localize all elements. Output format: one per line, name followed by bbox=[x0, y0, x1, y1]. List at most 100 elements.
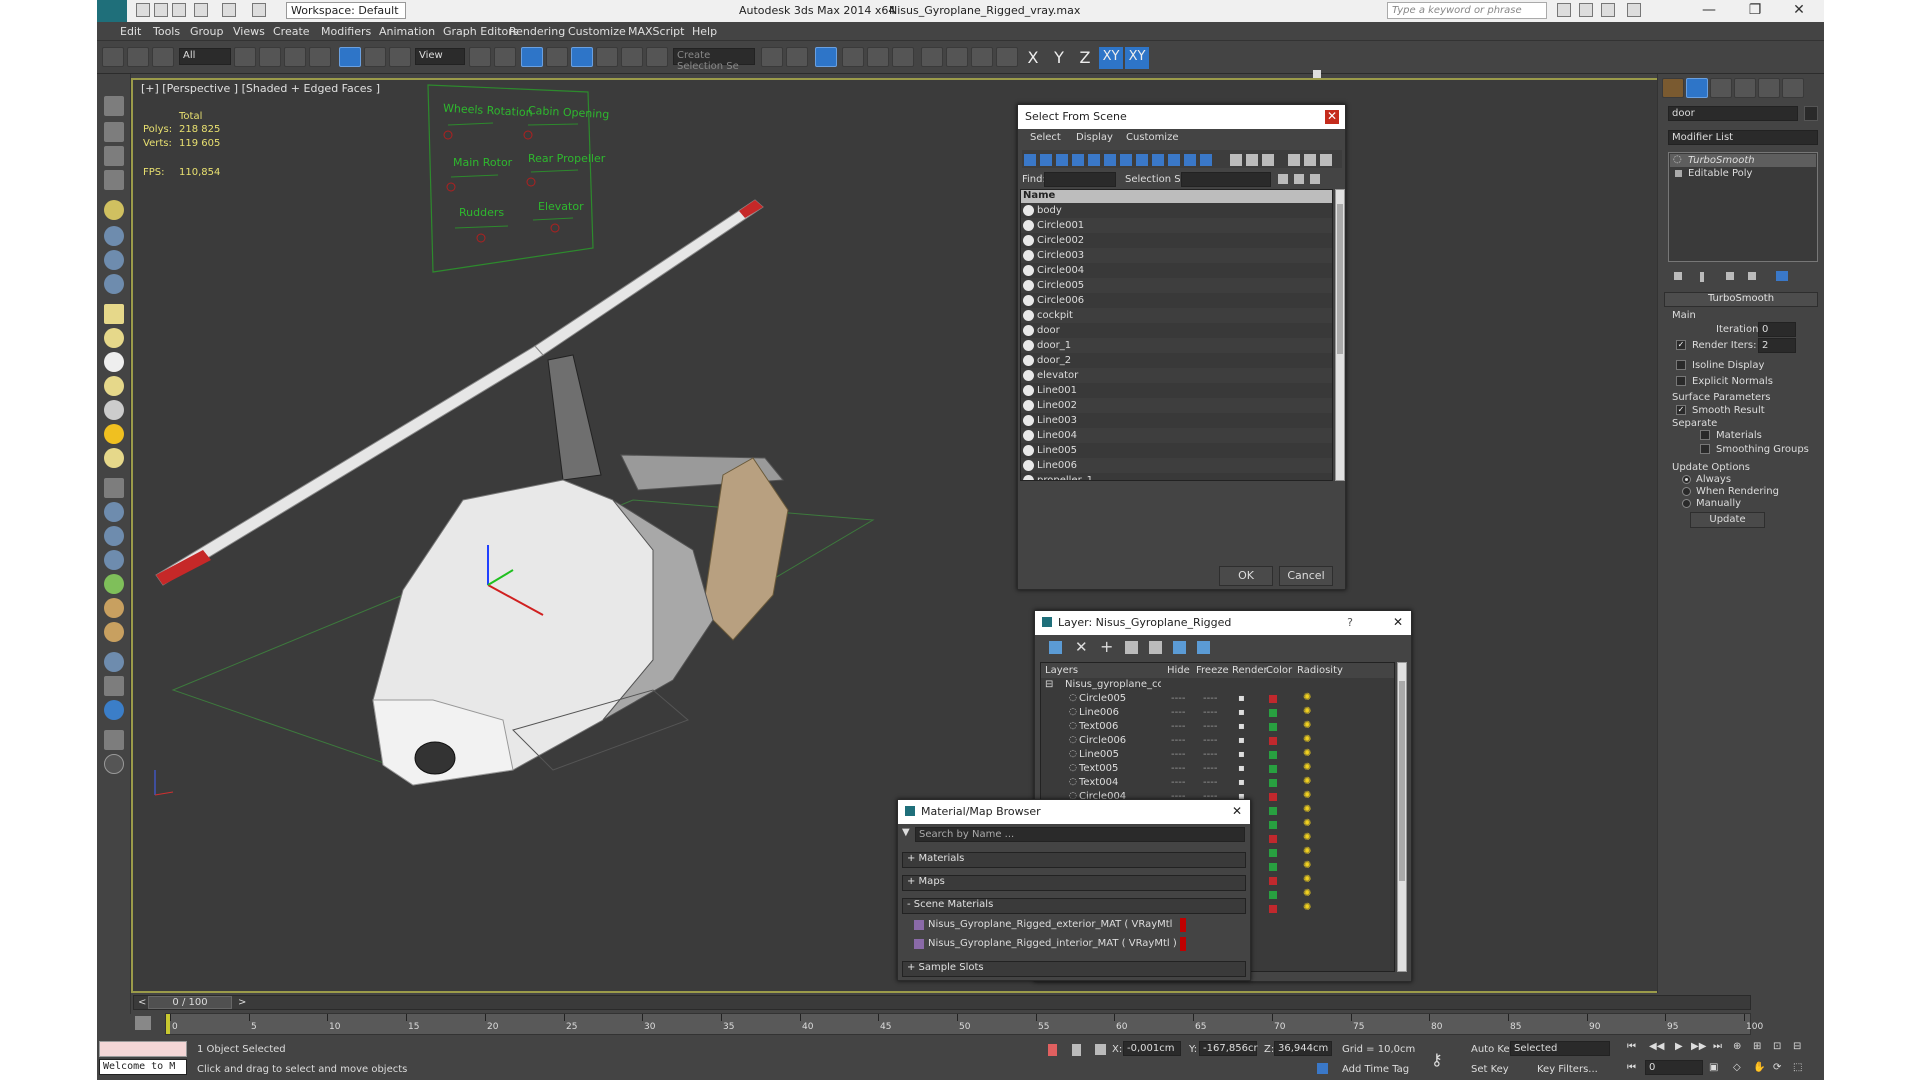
hair-fur-icon[interactable] bbox=[104, 598, 124, 618]
menu-customize[interactable]: Customize bbox=[568, 25, 626, 38]
display-tab-icon[interactable] bbox=[1758, 78, 1780, 98]
object-list-item[interactable]: Line004 bbox=[1021, 428, 1332, 443]
torus-icon[interactable] bbox=[104, 376, 124, 396]
layer-color-swatch[interactable] bbox=[1269, 877, 1277, 885]
layer-manager-icon[interactable] bbox=[815, 47, 837, 67]
column-color[interactable]: Color bbox=[1266, 665, 1292, 676]
delete-layer-icon[interactable]: ✕ bbox=[1075, 638, 1088, 656]
group-scene-materials[interactable]: - Scene Materials bbox=[902, 898, 1246, 914]
object-list-item[interactable]: Line001 bbox=[1021, 383, 1332, 398]
sun-icon[interactable] bbox=[104, 424, 124, 444]
hide-toggle[interactable]: ---- bbox=[1171, 749, 1185, 760]
smooth-result-checkbox[interactable]: ✓ bbox=[1676, 405, 1686, 415]
add-time-tag[interactable]: Add Time Tag bbox=[1342, 1064, 1409, 1075]
freeze-toggle[interactable]: ---- bbox=[1203, 735, 1217, 746]
particle-icon[interactable] bbox=[104, 478, 124, 498]
menu-views[interactable]: Views bbox=[233, 25, 265, 38]
layer-help-icon[interactable]: ? bbox=[1347, 616, 1353, 629]
orbit-icon[interactable]: ⟳ bbox=[1773, 1062, 1781, 1073]
helper-icon[interactable] bbox=[104, 250, 124, 270]
object-list-item[interactable]: door bbox=[1021, 323, 1332, 338]
layer-color-swatch[interactable] bbox=[1269, 765, 1277, 773]
sfs-select-invert-icon[interactable] bbox=[1310, 174, 1320, 184]
freeze-toggle[interactable]: ---- bbox=[1203, 763, 1217, 774]
radiosity-icon[interactable]: ✺ bbox=[1303, 706, 1311, 717]
modify-tab-icon[interactable] bbox=[1686, 78, 1708, 98]
layer-color-swatch[interactable] bbox=[1269, 905, 1277, 913]
zoom-extents-all-icon[interactable]: ⊟ bbox=[1793, 1041, 1801, 1052]
browser-options-icon[interactable]: ▼ bbox=[902, 827, 910, 838]
axis-constraint-xy-cycle[interactable]: XY bbox=[1125, 47, 1149, 69]
menu-edit[interactable]: Edit bbox=[120, 25, 141, 38]
mini-curve-editor-icon[interactable] bbox=[135, 1016, 151, 1030]
menu-help[interactable]: Help bbox=[692, 25, 717, 38]
hide-toggle[interactable]: ---- bbox=[1171, 721, 1185, 732]
infocenter-icon[interactable] bbox=[1557, 3, 1571, 17]
maxscript-listener-input[interactable]: Welcome to M bbox=[99, 1059, 187, 1075]
favorites-star-icon[interactable] bbox=[1601, 3, 1615, 17]
plant-icon[interactable] bbox=[104, 574, 124, 594]
object-list-item[interactable]: door_2 bbox=[1021, 353, 1332, 368]
columns-icon[interactable] bbox=[1304, 154, 1316, 166]
radiosity-icon[interactable]: ✺ bbox=[1303, 888, 1311, 899]
select-in-layer-icon[interactable] bbox=[1125, 641, 1138, 654]
set-key-button[interactable]: Set Key bbox=[1471, 1064, 1509, 1075]
freeze-toggle[interactable]: ---- bbox=[1203, 707, 1217, 718]
layer-color-swatch[interactable] bbox=[1269, 835, 1277, 843]
menu-animation[interactable]: Animation bbox=[379, 25, 435, 38]
zoom-extents-icon[interactable]: ⊡ bbox=[1773, 1041, 1781, 1052]
column-header-name[interactable]: Name bbox=[1021, 190, 1332, 203]
explicit-normals-checkbox[interactable] bbox=[1676, 376, 1686, 386]
object-list-scrollbar[interactable] bbox=[1335, 189, 1345, 481]
object-list-item[interactable]: Circle006 bbox=[1021, 293, 1332, 308]
sfs-menu-select[interactable]: Select bbox=[1030, 132, 1061, 143]
shape-filter-icon[interactable] bbox=[1040, 154, 1052, 166]
object-list-item[interactable]: Line003 bbox=[1021, 413, 1332, 428]
pivot-center-icon[interactable] bbox=[469, 47, 491, 67]
sphere-icon[interactable] bbox=[104, 352, 124, 372]
none-filter-icon[interactable] bbox=[1184, 154, 1196, 166]
key-filters-button[interactable]: Key Filters... bbox=[1537, 1064, 1598, 1075]
layer-color-swatch[interactable] bbox=[1269, 849, 1277, 857]
save-file-icon[interactable] bbox=[172, 3, 186, 17]
spacewarp-filter-icon[interactable] bbox=[1104, 154, 1116, 166]
cancel-button[interactable]: Cancel bbox=[1279, 566, 1333, 586]
hide-toggle[interactable]: ---- bbox=[1171, 763, 1185, 774]
sfs-menu-customize[interactable]: Customize bbox=[1126, 132, 1179, 143]
next-frame-icon[interactable]: ▶▶ bbox=[1691, 1041, 1706, 1052]
helper-filter-icon[interactable] bbox=[1088, 154, 1100, 166]
layer-color-swatch[interactable] bbox=[1269, 821, 1277, 829]
mirror-icon[interactable] bbox=[761, 47, 783, 67]
time-slider-next-icon[interactable]: > bbox=[238, 997, 246, 1008]
current-frame-field[interactable]: 0 bbox=[1645, 1060, 1703, 1075]
menu-graph-editors[interactable]: Graph Editors bbox=[443, 25, 519, 38]
highlight-layer-icon[interactable] bbox=[1149, 641, 1162, 654]
object-list-item[interactable]: door_1 bbox=[1021, 338, 1332, 353]
render-sphere-icon[interactable] bbox=[104, 652, 124, 672]
vray-icon[interactable] bbox=[104, 700, 124, 720]
configure-modifier-sets-icon[interactable] bbox=[1776, 271, 1788, 281]
update-when-rendering-radio[interactable] bbox=[1682, 487, 1691, 496]
new-file-icon[interactable] bbox=[136, 3, 150, 17]
percent-snap-icon[interactable] bbox=[596, 47, 618, 67]
layer-color-swatch[interactable] bbox=[1269, 695, 1277, 703]
zoom-all-icon[interactable]: ⊞ bbox=[1753, 1041, 1761, 1052]
radiosity-icon[interactable]: ✺ bbox=[1303, 762, 1311, 773]
object-list-item[interactable]: body bbox=[1021, 203, 1332, 218]
close-icon[interactable]: ✕ bbox=[1230, 805, 1244, 819]
layer-color-swatch[interactable] bbox=[1269, 863, 1277, 871]
z-coord-field[interactable]: 36,944cm bbox=[1274, 1041, 1332, 1056]
render-iters-spinner[interactable]: 2 bbox=[1758, 338, 1796, 353]
display-influences-icon[interactable] bbox=[1246, 154, 1258, 166]
isoline-display-checkbox[interactable] bbox=[1676, 360, 1686, 370]
select-and-move-icon[interactable] bbox=[339, 47, 361, 67]
select-and-rotate-icon[interactable] bbox=[364, 47, 386, 67]
scene-material-exterior[interactable]: Nisus_Gyroplane_Rigged_exterior_MAT ( VR… bbox=[912, 917, 1242, 933]
cone-icon[interactable] bbox=[104, 400, 124, 420]
list-icon[interactable] bbox=[104, 146, 124, 166]
material-icon[interactable] bbox=[104, 676, 124, 696]
smoothing-groups-checkbox[interactable] bbox=[1700, 444, 1710, 454]
open-file-icon[interactable] bbox=[154, 3, 168, 17]
render-toggle-icon[interactable]: ▪ bbox=[1238, 763, 1245, 774]
selection-lock-icon[interactable] bbox=[1072, 1044, 1081, 1056]
